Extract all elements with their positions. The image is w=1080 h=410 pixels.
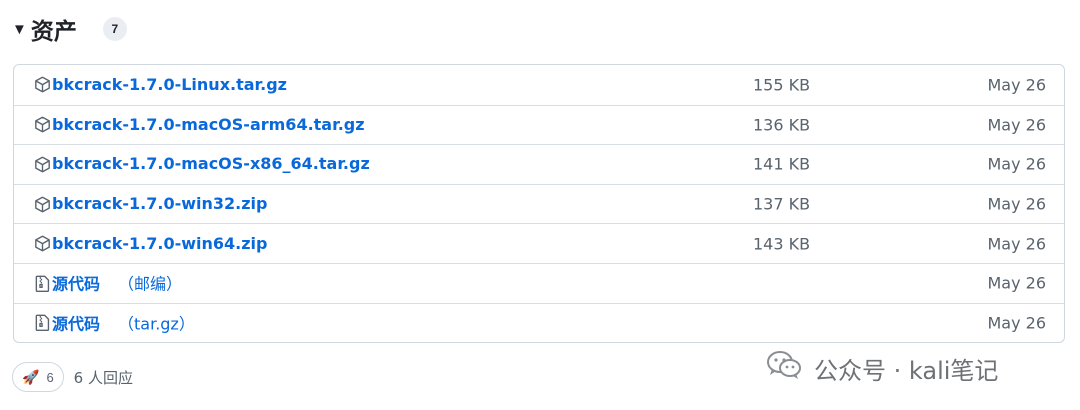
rocket-reaction-count: 6 [46,369,54,385]
asset-date: May 26 [987,154,1046,174]
asset-date: May 26 [987,115,1046,135]
package-icon [33,116,51,134]
assets-header: ▼ 资产 7 [12,12,127,46]
asset-size: 137 KB [753,194,811,214]
file-zip-icon [33,274,51,292]
reactions-summary[interactable]: 6 人回应 [74,367,133,388]
package-icon [33,76,51,94]
asset-row: bkcrack-1.7.0-macOS-x86_64.tar.gz 141 KB… [14,144,1064,184]
asset-link[interactable]: bkcrack-1.7.0-Linux.tar.gz [52,75,287,94]
source-code-format[interactable]: （邮编） [118,271,182,295]
asset-row: bkcrack-1.7.0-win32.zip 137 KB May 26 [14,183,1064,224]
collapse-caret-icon[interactable]: ▼ [12,21,27,38]
asset-size: 155 KB [753,75,811,95]
source-code-targz-link[interactable]: 源代码 [52,310,100,334]
asset-link[interactable]: bkcrack-1.7.0-win32.zip [52,194,267,213]
asset-date: May 26 [987,194,1046,214]
source-code-zip-link[interactable]: 源代码 [52,271,100,295]
watermark-text: 公众号 · kali笔记 [814,356,999,385]
watermark: 公众号 · kali笔记 [766,350,998,386]
asset-link[interactable]: bkcrack-1.7.0-win64.zip [52,234,267,253]
assets-count-badge: 7 [102,17,127,41]
asset-row: bkcrack-1.7.0-macOS-arm64.tar.gz 136 KB … [14,104,1064,145]
asset-link[interactable]: bkcrack-1.7.0-macOS-x86_64.tar.gz [52,155,370,174]
asset-link[interactable]: bkcrack-1.7.0-macOS-arm64.tar.gz [52,115,365,134]
assets-title: 资产 [30,19,77,45]
asset-size: 141 KB [753,154,811,174]
asset-date: May 26 [987,273,1046,293]
asset-date: May 26 [987,234,1046,254]
asset-size: 136 KB [753,115,811,135]
package-icon [33,235,51,253]
reactions-bar: 🚀 6 6 人回应 [12,362,133,392]
asset-row: bkcrack-1.7.0-win64.zip 143 KB May 26 [14,223,1064,263]
asset-date: May 26 [987,313,1046,333]
source-code-row: 源代码 （tar.gz） May 26 [14,302,1064,342]
rocket-reaction-button[interactable]: 🚀 6 [12,362,64,392]
source-code-row: 源代码 （邮编） May 26 [14,262,1064,303]
rocket-icon: 🚀 [22,368,40,385]
assets-list: bkcrack-1.7.0-Linux.tar.gz 155 KB May 26… [13,64,1065,343]
asset-row: bkcrack-1.7.0-Linux.tar.gz 155 KB May 26 [14,65,1064,105]
asset-date: May 26 [987,75,1046,95]
package-icon [33,195,51,213]
source-code-format[interactable]: （tar.gz） [118,310,195,334]
package-icon [33,155,51,173]
asset-size: 143 KB [753,234,811,254]
file-zip-icon [33,314,51,332]
wechat-icon [766,350,802,386]
